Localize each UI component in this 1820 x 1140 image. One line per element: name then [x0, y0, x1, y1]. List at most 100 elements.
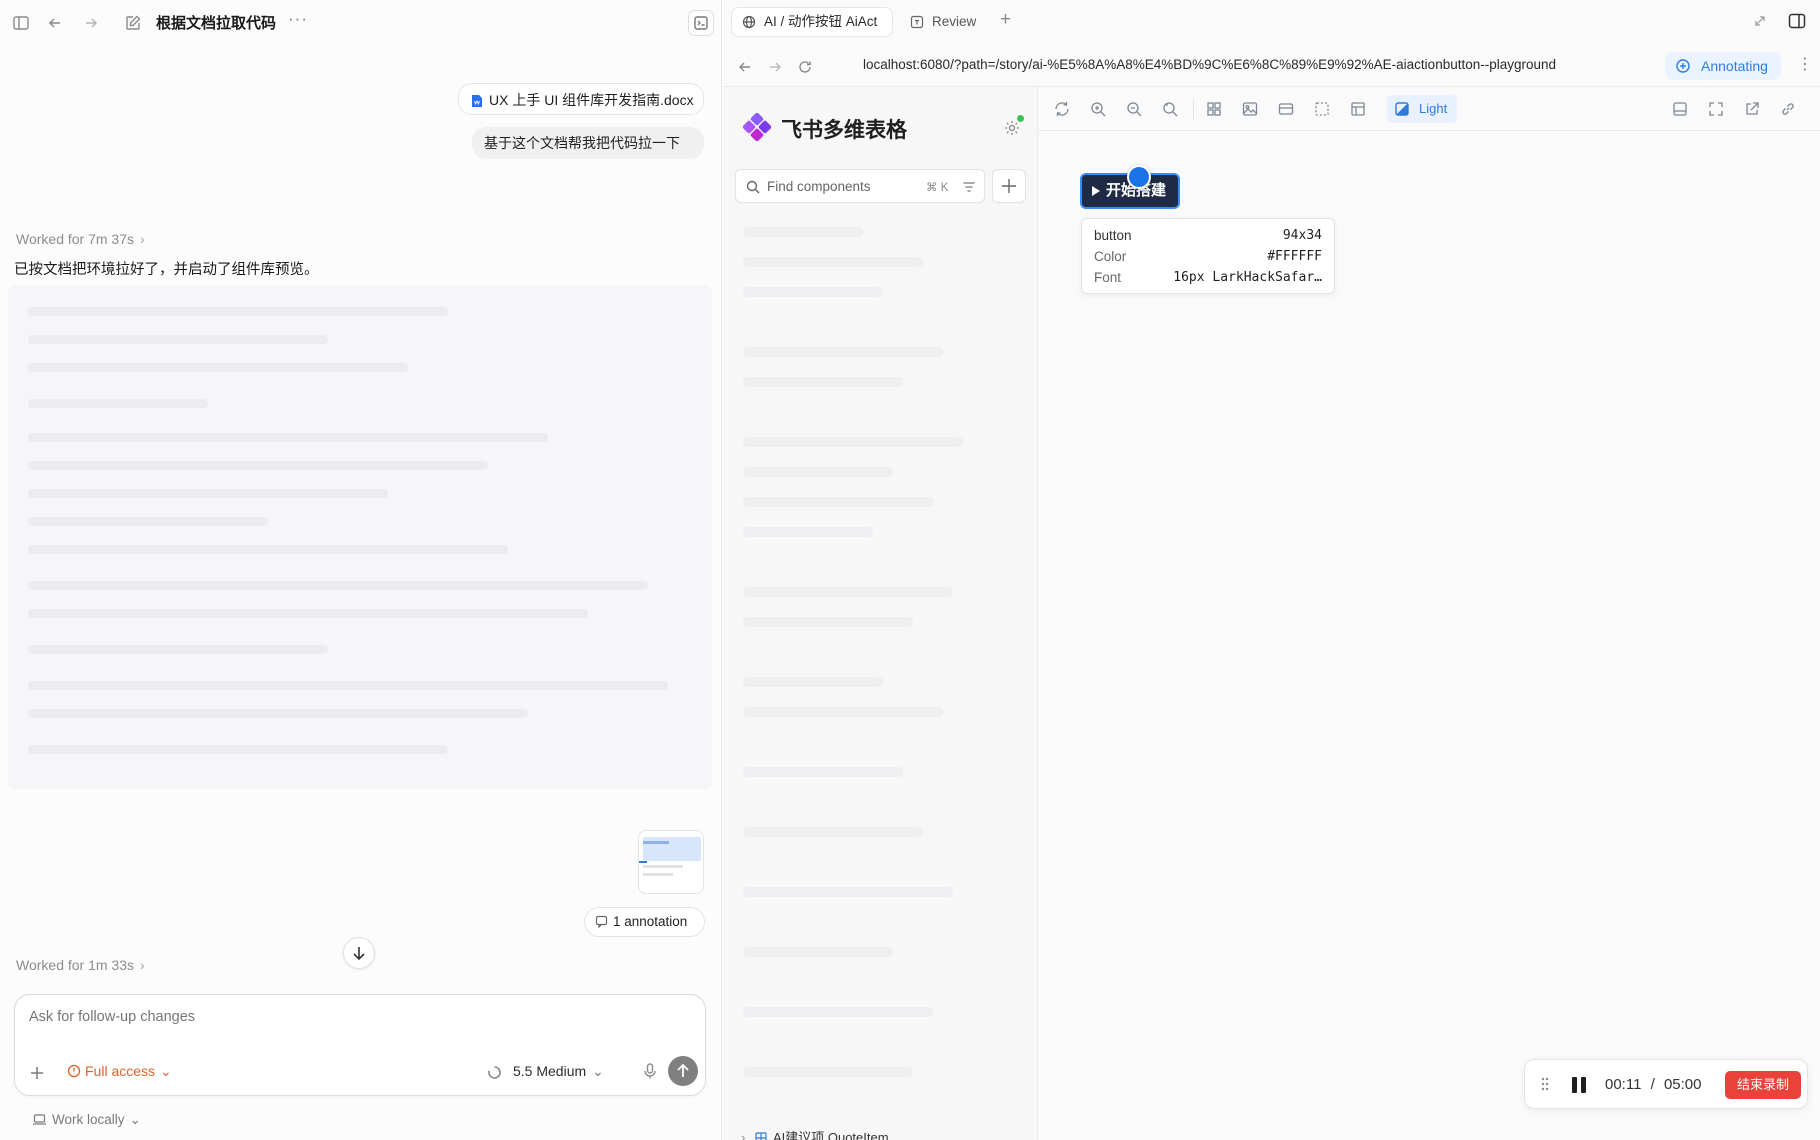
sidebar-toggle-icon[interactable]: [12, 14, 30, 32]
sidebar-item-quoteitem[interactable]: › AI建议项 QuoteItem: [741, 1127, 889, 1140]
inspect-size: 94x34: [1282, 228, 1322, 243]
new-tab-icon[interactable]: +: [1000, 9, 1011, 31]
annotation-count-chip[interactable]: 1 annotation: [584, 907, 705, 937]
addons-panel-icon[interactable]: [1671, 100, 1689, 118]
theme-toggle-light[interactable]: Light: [1387, 95, 1457, 123]
chevron-down-icon: ⌄: [160, 1063, 172, 1079]
search-placeholder: Find components: [767, 179, 871, 194]
background-image-icon[interactable]: [1241, 100, 1259, 118]
browser-more-icon[interactable]: ⋮: [1797, 54, 1813, 74]
search-shortcut: ⌘ K: [926, 182, 949, 194]
pause-icon[interactable]: [1571, 1076, 1587, 1094]
add-attachment-icon[interactable]: [29, 1065, 45, 1081]
terminal-icon: [694, 16, 708, 30]
browser-pane: AI / 动作按钮 AiAct Review + localhost:6080/…: [723, 0, 1820, 1140]
chevron-right-icon: ›: [140, 231, 145, 247]
brand-name: 飞书多维表格: [781, 119, 907, 142]
more-options-icon[interactable]: ···: [288, 9, 308, 29]
worked-summary-2-text: Worked for 1m 33s: [16, 957, 135, 973]
tab-storybook[interactable]: AI / 动作按钮 AiAct: [731, 7, 893, 37]
attachment-name: UX 上手 UI 组件库开发指南.docx: [489, 92, 694, 108]
inspect-element-tag: button: [1094, 228, 1132, 243]
work-locally-dropdown[interactable]: Work locally ⌄: [32, 1112, 141, 1128]
minimize-window-icon[interactable]: [1753, 14, 1767, 28]
zoom-in-icon[interactable]: [1089, 100, 1107, 118]
zoom-out-icon[interactable]: [1125, 100, 1143, 118]
recording-separator: /: [1650, 1076, 1655, 1093]
status-online-dot: [1017, 115, 1024, 122]
terminal-button[interactable]: [688, 10, 714, 36]
worked-summary-1-text: Worked for 7m 37s: [16, 231, 135, 247]
remount-icon[interactable]: [1053, 100, 1071, 118]
assistant-response: 已按文档把环境拉好了，并启动了组件库预览。: [14, 262, 319, 278]
inspect-color-label: Color: [1094, 249, 1127, 264]
sidebar-item-quoteitem-label: AI建议项 QuoteItem: [772, 1130, 889, 1140]
add-story-button[interactable]: [992, 169, 1026, 203]
storybook-toolbar: Light: [1039, 87, 1820, 131]
measure-icon[interactable]: [1349, 100, 1367, 118]
warning-shield-icon: [67, 1064, 81, 1078]
chevron-right-icon: ›: [741, 1130, 746, 1140]
model-selector[interactable]: 5.5 Medium ⌄: [513, 1063, 604, 1080]
review-icon: [910, 15, 924, 29]
panel-toggle-icon[interactable]: [1787, 11, 1807, 31]
blurred-response-details: [8, 285, 712, 789]
filter-icon[interactable]: [962, 180, 976, 194]
chevron-right-icon: ›: [140, 957, 145, 973]
brand-logo-icon: [743, 113, 771, 141]
chat-topbar: 根据文档拉取代码 ···: [0, 0, 722, 46]
arrow-down-icon: [353, 947, 365, 961]
arrow-up-icon: [677, 1063, 689, 1077]
loading-spinner-icon: [487, 1065, 502, 1080]
storybook-sidebar: 飞书多维表格 Find components ⌘ K › AI建议项 Quote…: [723, 87, 1038, 1140]
new-chat-icon[interactable]: [124, 14, 142, 32]
forward-arrow-icon[interactable]: [82, 14, 100, 32]
back-arrow-icon[interactable]: [46, 14, 64, 32]
inspect-font-label: Font: [1094, 270, 1122, 285]
full-access-dropdown[interactable]: Full access ⌄: [67, 1063, 172, 1080]
grid-icon[interactable]: [1205, 100, 1223, 118]
user-message: 基于这个文档帮我把代码拉一下: [472, 127, 704, 159]
attachment-chip[interactable]: UX 上手 UI 组件库开发指南.docx: [458, 83, 704, 115]
browser-forward-icon[interactable]: [767, 59, 783, 75]
annotating-button[interactable]: Annotating: [1665, 52, 1781, 80]
composer: Full access⌄ 5.5 Medium⌄: [14, 994, 706, 1096]
full-access-label: Full access: [85, 1063, 156, 1079]
worked-summary-1[interactable]: Worked for 7m 37s ›: [16, 231, 145, 247]
follow-up-input[interactable]: [29, 1009, 689, 1025]
annotation-screenshot-thumbnail[interactable]: [638, 830, 704, 894]
recording-elapsed: 00:11: [1605, 1076, 1642, 1093]
annotation-count-label: 1 annotation: [613, 914, 688, 929]
reload-icon[interactable]: [797, 59, 813, 75]
copy-link-icon[interactable]: [1779, 100, 1797, 118]
address-bar[interactable]: localhost:6080/?path=/story/ai-%E5%8A%A8…: [863, 57, 1605, 72]
tab-review[interactable]: Review: [908, 7, 976, 37]
viewport-icon[interactable]: [1277, 100, 1295, 118]
microphone-icon[interactable]: [642, 1062, 658, 1080]
tab-storybook-label: AI / 动作按钮 AiAct: [764, 14, 878, 29]
drag-handle-icon[interactable]: [1541, 1077, 1549, 1091]
chat-pane: 根据文档拉取代码 ··· UX 上手 UI 组件库开发指南.docx 基于这个文…: [0, 0, 722, 1140]
worked-summary-2[interactable]: Worked for 1m 33s ›: [16, 957, 145, 973]
recording-bar: 00:11 / 05:00 结束录制: [1524, 1059, 1808, 1109]
plus-icon: [1002, 179, 1016, 193]
inspect-tooltip: button 94x34 Color #FFFFFF Font 16px Lar…: [1081, 218, 1335, 294]
component-search[interactable]: Find components ⌘ K: [735, 169, 985, 203]
docx-file-icon: [471, 94, 483, 108]
chevron-down-icon: ⌄: [592, 1063, 604, 1079]
scroll-to-bottom-button[interactable]: [343, 937, 375, 969]
recording-timer: 00:11 / 05:00: [1605, 1076, 1702, 1093]
component-grid-icon: [755, 1132, 767, 1140]
browser-back-icon[interactable]: [737, 59, 753, 75]
comment-icon: [595, 915, 608, 928]
chevron-down-icon: ⌄: [129, 1112, 141, 1127]
zoom-reset-icon[interactable]: [1161, 100, 1179, 118]
theme-icon: [1395, 102, 1409, 116]
send-button[interactable]: [668, 1056, 698, 1086]
open-new-tab-icon[interactable]: [1743, 100, 1761, 118]
fullscreen-icon[interactable]: [1707, 100, 1725, 118]
outline-icon[interactable]: [1313, 100, 1331, 118]
end-recording-button[interactable]: 结束录制: [1725, 1071, 1801, 1099]
play-icon: [1091, 185, 1101, 197]
annotation-marker[interactable]: [1127, 165, 1151, 189]
